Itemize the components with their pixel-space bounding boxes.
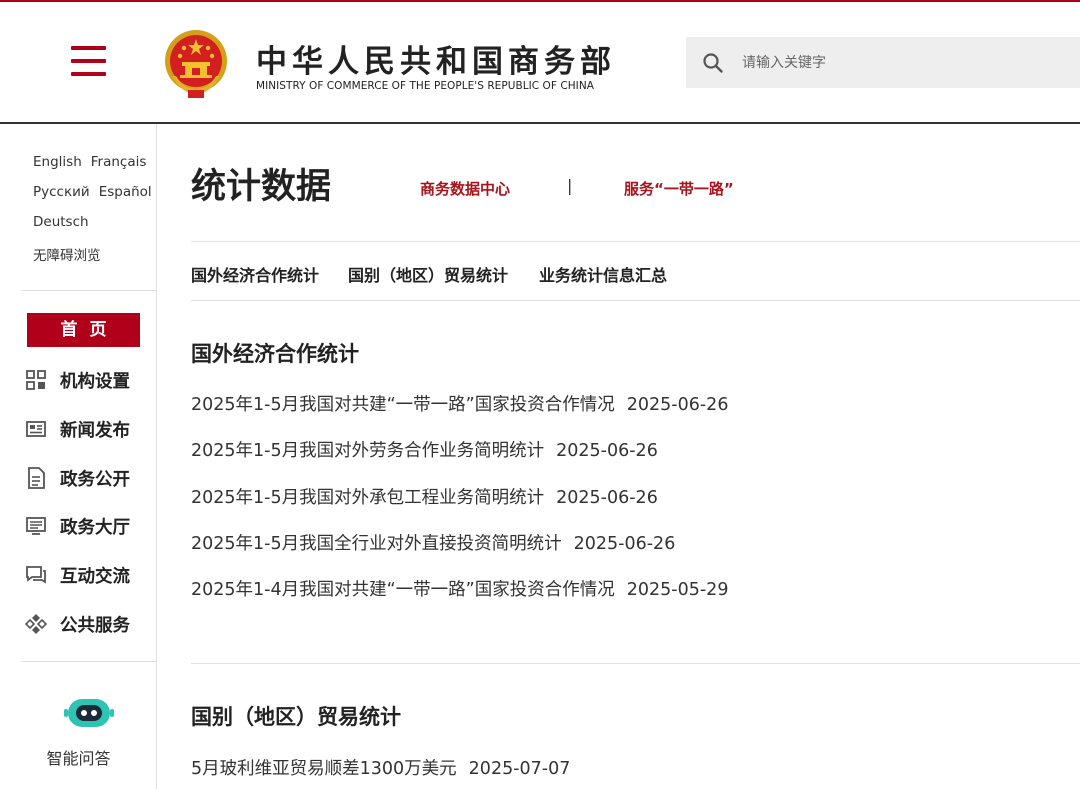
sidebar-item-label: 新闻发布 <box>60 420 130 441</box>
document-icon <box>25 467 47 489</box>
site-header: 中华人民共和国商务部 MINISTRY OF COMMERCE OF THE P… <box>0 2 1080 123</box>
list-item[interactable]: 5月玻利维亚贸易顺差1300万美元 2025-07-07 <box>191 755 570 780</box>
list-item[interactable]: 2025年1-4月我国对共建“一带一路”国家投资合作情况 2025-05-29 <box>191 576 728 601</box>
lang-english[interactable]: English <box>33 154 82 170</box>
sidebar: English Français Русский Español Deutsch 无… <box>0 124 157 789</box>
sidebar-item-interaction[interactable]: 互动交流 <box>25 561 130 589</box>
accessibility-link[interactable]: 无障碍浏览 <box>33 248 101 264</box>
language-row: Русский Español <box>33 184 161 200</box>
item-title[interactable]: 2025年1-4月我国对共建“一带一路”国家投资合作情况 <box>191 580 615 600</box>
page-title: 统计数据 <box>191 167 332 207</box>
lang-spanish[interactable]: Español <box>99 184 152 200</box>
monitor-icon <box>25 515 47 537</box>
sidebar-item-label: 互动交流 <box>60 566 130 587</box>
search-box <box>686 37 1080 88</box>
item-title[interactable]: 2025年1-5月我国对共建“一带一路”国家投资合作情况 <box>191 395 615 415</box>
data-center-link[interactable]: 商务数据中心 <box>420 178 510 199</box>
main-content: 统计数据 商务数据中心 | 服务“一带一路” 国外经济合作统计 国别（地区）贸易… <box>157 124 1080 789</box>
search-input[interactable] <box>742 37 1072 88</box>
home-button[interactable]: 首页 <box>27 313 140 347</box>
search-icon[interactable] <box>702 52 724 74</box>
sidebar-item-label: 机构设置 <box>60 371 130 392</box>
item-date: 2025-06-26 <box>556 488 658 508</box>
item-title[interactable]: 2025年1-5月我国对外劳务合作业务简明统计 <box>191 441 544 461</box>
item-date: 2025-07-07 <box>468 759 571 779</box>
sidebar-item-gov-info[interactable]: 政务公开 <box>25 464 130 492</box>
sidebar-item-label: 政务大厅 <box>60 517 130 538</box>
sidebar-divider <box>21 661 156 662</box>
link-separator: | <box>567 176 573 195</box>
list-item[interactable]: 2025年1-5月我国对外劳务合作业务简明统计 2025-06-26 <box>191 437 658 462</box>
item-date: 2025-06-26 <box>626 395 729 415</box>
sidebar-item-label: 政务公开 <box>60 469 130 490</box>
sidebar-item-service-hall[interactable]: 政务大厅 <box>25 512 130 540</box>
robot-assistant-icon[interactable] <box>64 696 114 730</box>
sidebar-item-news[interactable]: 新闻发布 <box>25 415 130 443</box>
divider <box>191 241 1080 242</box>
list-item[interactable]: 2025年1-5月我国全行业对外直接投资简明统计 2025-06-26 <box>191 530 675 555</box>
section-title: 国别（地区）贸易统计 <box>191 705 401 729</box>
item-date: 2025-06-26 <box>573 534 676 554</box>
list-item[interactable]: 2025年1-5月我国对共建“一带一路”国家投资合作情况 2025-06-26 <box>191 391 728 416</box>
lang-french[interactable]: Français <box>91 154 147 170</box>
item-title[interactable]: 2025年1-5月我国对外承包工程业务简明统计 <box>191 488 544 508</box>
tab-business-statistics[interactable]: 业务统计信息汇总 <box>539 262 667 286</box>
chat-icon <box>25 564 47 586</box>
language-row: 无障碍浏览 <box>33 244 110 264</box>
item-date: 2025-05-29 <box>626 580 729 600</box>
divider <box>191 663 1080 664</box>
list-item[interactable]: 2025年1-5月我国对外承包工程业务简明统计 2025-06-26 <box>191 484 658 509</box>
lang-german[interactable]: Deutsch <box>33 214 89 230</box>
hamburger-menu-icon[interactable] <box>71 46 106 76</box>
language-row: English Français <box>33 154 155 170</box>
service-icon <box>25 613 47 635</box>
language-row: Deutsch <box>33 214 98 230</box>
tab-foreign-economic-cooperation[interactable]: 国外经济合作统计 <box>191 262 319 286</box>
item-date: 2025-06-26 <box>556 441 658 461</box>
site-title-english[interactable]: MINISTRY OF COMMERCE OF THE PEOPLE'S REP… <box>256 80 594 92</box>
divider <box>191 300 1080 301</box>
sidebar-item-label: 公共服务 <box>60 615 130 636</box>
site-title[interactable]: 中华人民共和国商务部 <box>256 36 616 81</box>
belt-road-link[interactable]: 服务“一带一路” <box>624 178 734 199</box>
lang-russian[interactable]: Русский <box>33 184 90 200</box>
sidebar-item-org[interactable]: 机构设置 <box>25 366 130 394</box>
national-emblem-icon[interactable] <box>162 28 230 100</box>
item-title[interactable]: 5月玻利维亚贸易顺差1300万美元 <box>191 759 457 779</box>
news-icon <box>25 418 47 440</box>
org-grid-icon <box>25 369 47 391</box>
sidebar-item-public-service[interactable]: 公共服务 <box>25 610 130 638</box>
assistant-label[interactable]: 智能问答 <box>0 745 157 769</box>
sidebar-divider <box>21 290 156 291</box>
section-title: 国外经济合作统计 <box>191 342 359 366</box>
tab-country-trade[interactable]: 国别（地区）贸易统计 <box>348 262 508 286</box>
item-title[interactable]: 2025年1-5月我国全行业对外直接投资简明统计 <box>191 534 562 554</box>
